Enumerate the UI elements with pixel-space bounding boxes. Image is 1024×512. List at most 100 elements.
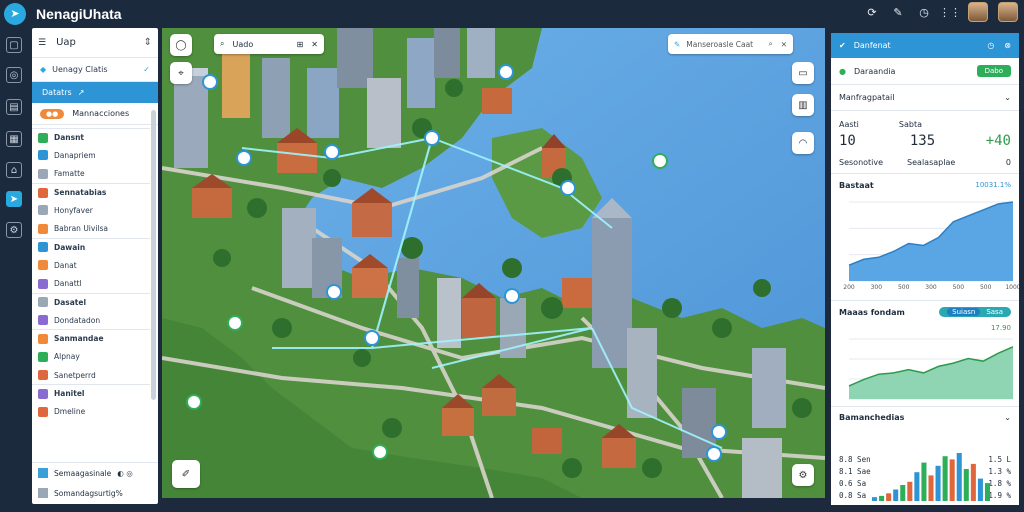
map-canvas[interactable] — [162, 28, 825, 498]
breakdown-right: 1.9 % — [988, 491, 1011, 500]
bar — [928, 475, 934, 501]
search-icon[interactable]: ⌕ — [769, 39, 773, 49]
x-tick-label: 500 — [980, 284, 992, 291]
locate-icon[interactable]: ⌖ — [170, 62, 192, 84]
chart3-header[interactable]: Bamanchedias ⌄ — [831, 407, 1019, 427]
right-panel: ✔ Danfenat ◷ ⊗ ● Daraandia Dabo Manfragp… — [831, 33, 1019, 505]
status-icon: ● — [839, 66, 846, 76]
chart-icon[interactable]: ▤ — [6, 99, 22, 115]
list-item-label: Danapriem — [54, 150, 96, 160]
chevron-down-icon[interactable]: ⌄ — [1004, 93, 1011, 102]
summary-label: Daraandia — [853, 66, 896, 76]
footer-item[interactable]: Semaagasinale ◐ ◎ — [32, 463, 158, 483]
layers-icon[interactable]: ▢ — [6, 37, 22, 53]
stat-label: Sabta — [898, 119, 923, 129]
filter-icon[interactable]: ⊞ — [297, 40, 304, 49]
location-icon[interactable]: ◎ — [6, 67, 22, 83]
list-item[interactable]: Sanetperrd — [32, 366, 150, 384]
table-icon[interactable]: ▦ — [6, 131, 22, 147]
toggle-off[interactable]: Sasa — [986, 308, 1003, 316]
sidebar-group[interactable]: Sanmandae — [32, 329, 150, 347]
search-placeholder: Manseroasle Caat — [686, 39, 754, 49]
map-view[interactable]: ◯ ⌖ ⌕ Uado ⊞ ✕ ✎ Manseroasle Caat ⌕ ✕ ▭ … — [162, 28, 825, 498]
drawing-icon[interactable]: ✐ — [172, 460, 200, 488]
close-icon[interactable]: ⊗ — [1004, 41, 1011, 50]
check-icon[interactable]: ✓ — [143, 65, 150, 74]
list-item[interactable]: Alpnay — [32, 348, 150, 366]
app-title: NenagiUhata — [36, 5, 122, 22]
scrollbar[interactable] — [151, 110, 156, 400]
settings-icon[interactable]: ⚙ — [792, 464, 814, 486]
left-panel-subheader[interactable]: ◆ Uenagy Clatis ✓ — [32, 58, 158, 82]
status-badge: ●● — [40, 108, 65, 119]
list-item[interactable]: Dmeline — [32, 402, 150, 420]
list-item[interactable]: Babran Uivilsa — [32, 219, 150, 237]
layer-icon — [38, 132, 48, 143]
group-label: Sanmandae — [54, 334, 104, 344]
clock-icon[interactable]: ◷ — [987, 41, 994, 50]
sidebar-group[interactable]: Hanitel — [32, 384, 150, 402]
group-label: Dasatel — [54, 297, 87, 307]
refresh-icon[interactable]: ⟳ — [864, 4, 880, 20]
sidebar-item-active[interactable]: Datatrs ↗ — [32, 82, 158, 103]
list-item[interactable]: Danattl — [32, 274, 150, 292]
map-search-input[interactable]: ✎ Manseroasle Caat ⌕ ✕ — [668, 34, 793, 54]
sidebar-group[interactable]: Dasatel — [32, 292, 150, 311]
bar-chart — [872, 453, 990, 501]
compass-icon[interactable]: ◯ — [170, 34, 192, 56]
footer-label: Semaagasinale — [54, 468, 112, 478]
route-icon[interactable]: ◠ — [792, 132, 814, 154]
edit-icon[interactable]: ✎ — [890, 4, 906, 20]
close-icon[interactable]: ✕ — [311, 40, 318, 49]
chart-toggle[interactable]: Suiasn Sasa — [939, 307, 1011, 317]
chart3-title: Bamanchedias — [839, 412, 905, 422]
left-panel-title: Uap — [56, 37, 76, 48]
toolbar-label[interactable]: Uado — [232, 40, 253, 49]
list-item[interactable]: Honyfaver — [32, 201, 150, 219]
avatar-secondary[interactable] — [998, 2, 1018, 22]
badge-row[interactable]: ●● Mannacciones — [32, 103, 158, 125]
stat-label: Aasti — [839, 119, 859, 129]
folder-icon[interactable]: ⌂ — [6, 162, 22, 178]
toggle-on[interactable]: Suiasn — [947, 308, 981, 316]
bar — [921, 462, 927, 501]
sidebar-group[interactable]: Dansnt — [32, 128, 150, 146]
expand-icon[interactable]: ⇕ — [144, 37, 152, 48]
layers-toggle-icon[interactable]: ▭ — [792, 62, 814, 84]
right-panel-header: ✔ Danfenat ◷ ⊗ — [831, 33, 1019, 58]
list-item[interactable]: Danat — [32, 256, 150, 274]
grid-icon[interactable]: ⋮⋮ — [939, 4, 961, 20]
action-button[interactable]: Dabo — [976, 65, 1011, 77]
sidebar-group[interactable]: Dawain — [32, 237, 150, 256]
layer-icon — [38, 168, 48, 179]
sidebar-group[interactable]: Sennatabias — [32, 182, 150, 201]
buildings-icon[interactable]: ▥ — [792, 94, 814, 116]
clock-icon[interactable]: ◷ — [916, 4, 932, 20]
list-item[interactable]: Famatte — [32, 165, 150, 183]
map-icon[interactable]: ➤ — [6, 191, 22, 207]
footer-item[interactable]: Somandagsurtig% — [32, 483, 158, 503]
layer-icon — [38, 242, 48, 253]
list-item[interactable]: Dondatadon — [32, 311, 150, 329]
pin-icon: ↗ — [77, 88, 85, 97]
list-item-label: Dmeline — [54, 407, 86, 417]
breakdown-right: 1.3 % — [988, 467, 1011, 476]
avatar[interactable] — [968, 2, 988, 22]
right-panel-title: Danfenat — [853, 41, 891, 50]
x-tick-label: 200 — [843, 284, 855, 291]
menu-icon[interactable]: ☰ — [38, 38, 46, 48]
list-item-label: Sanetperrd — [54, 370, 96, 380]
stat-sub-value: 0 — [1005, 157, 1011, 167]
close-icon[interactable]: ✕ — [781, 40, 787, 49]
bar — [984, 483, 990, 501]
settings-icon[interactable]: ⚙ — [6, 222, 22, 238]
search-icon[interactable]: ⌕ — [220, 39, 224, 49]
list-item[interactable]: Danapriem — [32, 146, 150, 164]
shield-icon: ◆ — [40, 65, 47, 74]
layer-icon — [38, 297, 48, 308]
list-item-label: Babran Uivilsa — [54, 224, 109, 234]
section-header[interactable]: Manfragpatail ⌄ — [831, 85, 1019, 110]
layer-icon — [38, 223, 48, 234]
toggle-icon[interactable]: ◐ ◎ — [117, 469, 132, 478]
chevron-down-icon[interactable]: ⌄ — [1004, 413, 1011, 422]
